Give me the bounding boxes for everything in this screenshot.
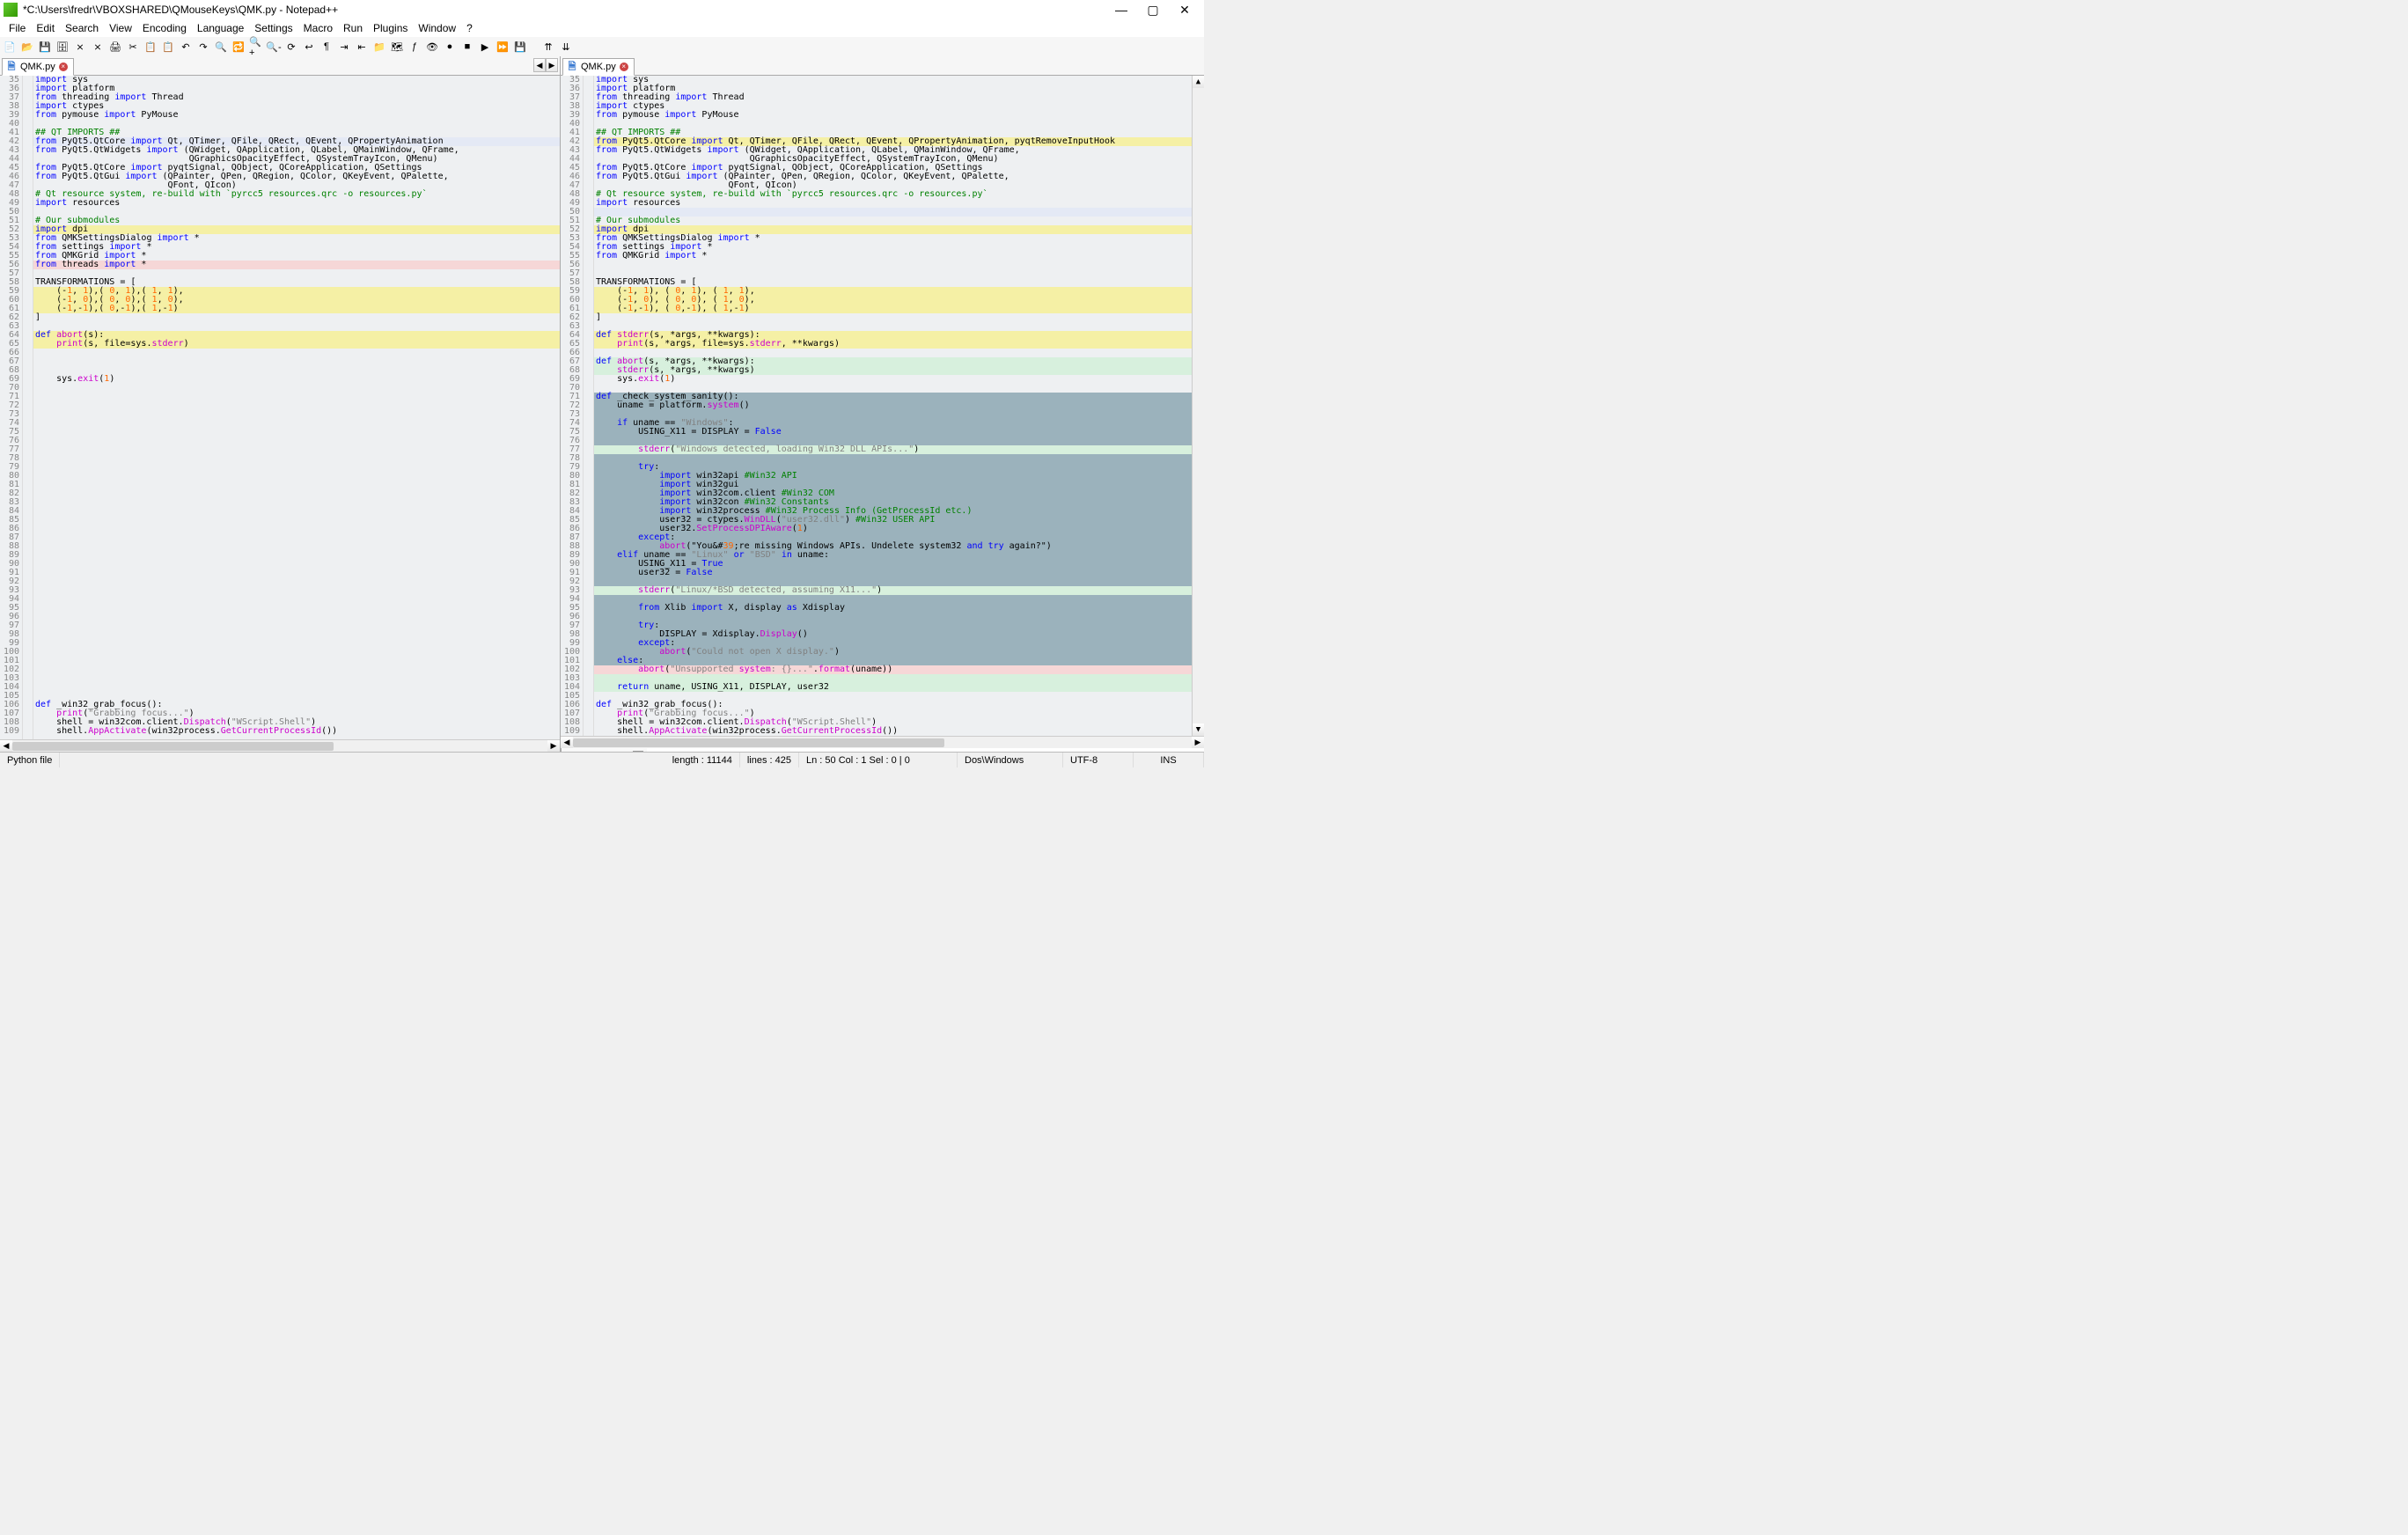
- paste-icon[interactable]: 📋: [160, 39, 176, 55]
- menu-help[interactable]: ?: [461, 22, 478, 34]
- left-editor[interactable]: 3536373839404142434445464748495051525354…: [0, 76, 560, 739]
- show-all-icon[interactable]: ¶: [319, 39, 334, 55]
- status-insert-mode: INS: [1134, 753, 1204, 768]
- scroll-left-icon[interactable]: ◀: [561, 737, 573, 748]
- cut-icon[interactable]: ✂: [125, 39, 141, 55]
- horizontal-scrollbar[interactable]: ◀ ▶: [561, 736, 1204, 748]
- folder-icon[interactable]: 📁: [371, 39, 387, 55]
- editor-split: 🗎 QMK.py × ◀ ▶ 3536373839404142434445464…: [0, 56, 1204, 752]
- save-all-icon[interactable]: 🗄: [55, 39, 70, 55]
- right-editor[interactable]: 3536373839404142434445464748495051525354…: [561, 76, 1204, 736]
- play-multi-icon[interactable]: ⏩: [495, 39, 510, 55]
- zoom-out-icon[interactable]: 🔍-: [266, 39, 282, 55]
- outdent-icon[interactable]: ⇤: [354, 39, 370, 55]
- status-position: Ln : 50 Col : 1 Sel : 0 | 0: [799, 753, 958, 768]
- scroll-right-icon[interactable]: ▶: [1192, 737, 1204, 748]
- menu-encoding[interactable]: Encoding: [137, 22, 192, 34]
- line-number-gutter: 3536373839404142434445464748495051525354…: [561, 76, 584, 736]
- app-icon: [4, 3, 18, 17]
- line-number-gutter: 3536373839404142434445464748495051525354…: [0, 76, 23, 739]
- toolbar: 📄 📂 💾 🗄 ⨯ ⨯ 🖨 ✂ 📋 📋 ↶ ↷ 🔍 🔁 🔍+ 🔍- ⟳ ↩ ¶ …: [0, 37, 1204, 56]
- status-length: length : 11144: [665, 753, 740, 768]
- menu-view[interactable]: View: [104, 22, 137, 34]
- status-bar: Python file length : 11144 lines : 425 L…: [0, 752, 1204, 768]
- scroll-up-icon[interactable]: ▲: [1193, 76, 1204, 88]
- window-title: *C:\Users\fredr\VBOXSHARED\QMouseKeys\QM…: [23, 4, 1105, 16]
- menu-settings[interactable]: Settings: [249, 22, 297, 34]
- marker-gutter: [584, 76, 594, 736]
- close-button[interactable]: ✕: [1169, 0, 1200, 19]
- menu-language[interactable]: Language: [192, 22, 249, 34]
- horizontal-scrollbar[interactable]: ◀ ▶: [0, 739, 560, 752]
- close-icon[interactable]: ⨯: [72, 39, 88, 55]
- copy-icon[interactable]: 📋: [143, 39, 158, 55]
- play-icon[interactable]: ▶: [477, 39, 493, 55]
- maximize-button[interactable]: ▢: [1137, 0, 1169, 19]
- close-all-icon[interactable]: ⨯: [90, 39, 106, 55]
- right-tab-label: QMK.py: [581, 62, 616, 72]
- minimize-button[interactable]: —: [1105, 0, 1137, 19]
- code-area[interactable]: import sysimport platformfrom threading …: [33, 76, 560, 739]
- tab-close-icon[interactable]: ×: [620, 62, 628, 71]
- save-icon[interactable]: 💾: [37, 39, 53, 55]
- left-tab-row: 🗎 QMK.py × ◀ ▶: [0, 56, 560, 76]
- print-icon[interactable]: 🖨: [107, 39, 123, 55]
- app-window: *C:\Users\fredr\VBOXSHARED\QMouseKeys\QM…: [0, 0, 1204, 768]
- scroll-left-icon[interactable]: ◀: [0, 740, 12, 752]
- scroll-right-icon[interactable]: ▶: [547, 740, 560, 752]
- eye-icon[interactable]: 👁: [424, 39, 440, 55]
- title-bar: *C:\Users\fredr\VBOXSHARED\QMouseKeys\QM…: [0, 0, 1204, 19]
- file-icon: 🗎: [567, 62, 577, 72]
- menu-window[interactable]: Window: [413, 22, 461, 34]
- status-encoding: UTF-8: [1063, 753, 1134, 768]
- zoom-in-icon[interactable]: 🔍+: [248, 39, 264, 55]
- right-tab-row: 🗎 QMK.py ×: [561, 56, 1204, 76]
- menu-run[interactable]: Run: [338, 22, 368, 34]
- left-pane: 🗎 QMK.py × ◀ ▶ 3536373839404142434445464…: [0, 56, 561, 752]
- file-icon: 🗎: [6, 62, 17, 72]
- tab-scroll-right-icon[interactable]: ▶: [546, 58, 558, 72]
- vertical-scrollbar[interactable]: ▲ ▼: [1192, 76, 1204, 736]
- menu-plugins[interactable]: Plugins: [368, 22, 413, 34]
- find-icon[interactable]: 🔍: [213, 39, 229, 55]
- save-macro-icon[interactable]: 💾: [512, 39, 528, 55]
- right-pane: 🗎 QMK.py × 35363738394041424344454647484…: [561, 56, 1204, 752]
- indent-icon[interactable]: ⇥: [336, 39, 352, 55]
- left-tab-label: QMK.py: [20, 62, 55, 72]
- tab-scroll-controls: ◀ ▶: [533, 58, 558, 72]
- replace-icon[interactable]: 🔁: [231, 39, 246, 55]
- menu-macro[interactable]: Macro: [298, 22, 338, 34]
- stop-icon[interactable]: ■: [459, 39, 475, 55]
- tab-scroll-left-icon[interactable]: ◀: [533, 58, 546, 72]
- right-tab[interactable]: 🗎 QMK.py ×: [562, 58, 635, 76]
- record-icon[interactable]: ●: [442, 39, 458, 55]
- sync-icon[interactable]: ⟳: [283, 39, 299, 55]
- menu-bar: File Edit Search View Encoding Language …: [0, 19, 1204, 37]
- compare-next-icon[interactable]: ⇊: [558, 39, 574, 55]
- func-list-icon[interactable]: ƒ: [407, 39, 422, 55]
- scroll-down-icon[interactable]: ▼: [1193, 723, 1204, 736]
- code-area[interactable]: import sysimport platformfrom threading …: [594, 76, 1192, 736]
- compare-prev-icon[interactable]: ⇈: [540, 39, 556, 55]
- marker-gutter: [23, 76, 33, 739]
- undo-icon[interactable]: ↶: [178, 39, 194, 55]
- tab-close-icon[interactable]: ×: [59, 62, 68, 71]
- redo-icon[interactable]: ↷: [195, 39, 211, 55]
- wrap-icon[interactable]: ↩: [301, 39, 317, 55]
- left-tab[interactable]: 🗎 QMK.py ×: [2, 58, 74, 76]
- menu-search[interactable]: Search: [60, 22, 104, 34]
- status-lines: lines : 425: [740, 753, 799, 768]
- doc-map-icon[interactable]: 🗺: [389, 39, 405, 55]
- new-file-icon[interactable]: 📄: [2, 39, 18, 55]
- menu-file[interactable]: File: [4, 22, 31, 34]
- menu-edit[interactable]: Edit: [31, 22, 60, 34]
- status-language: Python file: [0, 753, 60, 768]
- open-file-icon[interactable]: 📂: [19, 39, 35, 55]
- status-eol: Dos\Windows: [958, 753, 1063, 768]
